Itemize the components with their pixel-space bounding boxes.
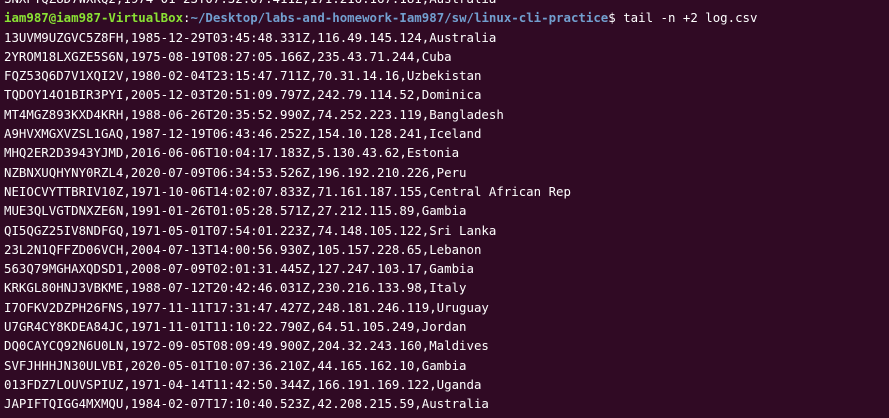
prompt-user-host: iam987@iam987-VirtualBox [4, 10, 184, 26]
output-line: FQZ53Q6D7V1XQI2V,1980-02-04T23:15:47.711… [4, 68, 482, 84]
output-line: U7GR4CY8KDEA84JC,1971-11-01T11:10:22.790… [4, 319, 467, 335]
output-line: MUE3QLVGTDNXZE6N,1991-01-26T01:05:28.571… [4, 203, 467, 219]
prompt-symbol: $ [608, 10, 624, 26]
prompt-path: ~/Desktop/labs-and-homework-Iam987/sw/li… [190, 10, 609, 26]
output-line: MT4MGZ893KXD4KRH,1988-06-26T20:35:52.990… [4, 106, 504, 122]
output-line: 563Q79MGHAXQDSD1,2008-07-09T02:01:31.445… [4, 261, 474, 277]
output-line: NEIOCVYTTBRIV10Z,1971-10-06T14:02:07.833… [4, 183, 571, 199]
terminal-window[interactable]: SNXPYQZ8D7WXKQ2,1974-01-23T07:32:07.411Z… [0, 0, 889, 418]
output-line: 2YROM18LXGZE5S6N,1975-08-19T08:27:05.166… [4, 48, 452, 64]
command-text: tail -n +2 log.csv [623, 10, 758, 26]
output-line: SVFJHHHJN30ULVBI,2020-05-01T10:07:36.210… [4, 357, 467, 373]
output-line: TQDOY14O1BIR3PYI,2005-12-03T20:51:09.797… [4, 87, 482, 103]
prompt-separator: : [183, 10, 191, 26]
output-line: 13UVM9UZGVC5Z8FH,1985-12-29T03:45:48.331… [4, 29, 497, 45]
output-line: I7OFKV2DZPH26FNS,1977-11-11T17:31:47.427… [4, 299, 489, 315]
prompt-line: iam987@iam987-VirtualBox:~/Desktop/labs-… [4, 8, 889, 27]
output-line: MHQ2ER2D3943YJMD,2016-06-06T10:04:17.183… [4, 145, 460, 161]
output-line: NZBNXUQHYNY0RZL4,2020-07-09T06:34:53.526… [4, 164, 467, 180]
output-line: QI5QGZ25IV8NDFGQ,1971-05-01T07:54:01.223… [4, 222, 497, 238]
output-line: A9HVXMGXVZSL1GAQ,1987-12-19T06:43:46.252… [4, 126, 482, 142]
output-line: DQ0CAYCQ92N6U0LN,1972-09-05T08:09:49.900… [4, 338, 489, 354]
output-line: KRKGL80HNJ3VBKME,1988-07-12T20:42:46.031… [4, 280, 467, 296]
terminal-output: SNXPYQZ8D7WXKQ2,1974-01-23T07:32:07.411Z… [4, 0, 889, 414]
terminal-line-partial: SNXPYQZ8D7WXKQ2,1974-01-23T07:32:07.411Z… [4, 0, 889, 8]
output-line: 23L2N1QFFZD06VCH,2004-07-13T14:00:56.930… [4, 241, 482, 257]
output-line: 013FDZ7LOUVSPIUZ,1971-04-14T11:42:50.344… [4, 376, 482, 392]
output-line: JAPIFTQIGG4MXMQU,1984-02-07T17:10:40.523… [4, 396, 489, 412]
